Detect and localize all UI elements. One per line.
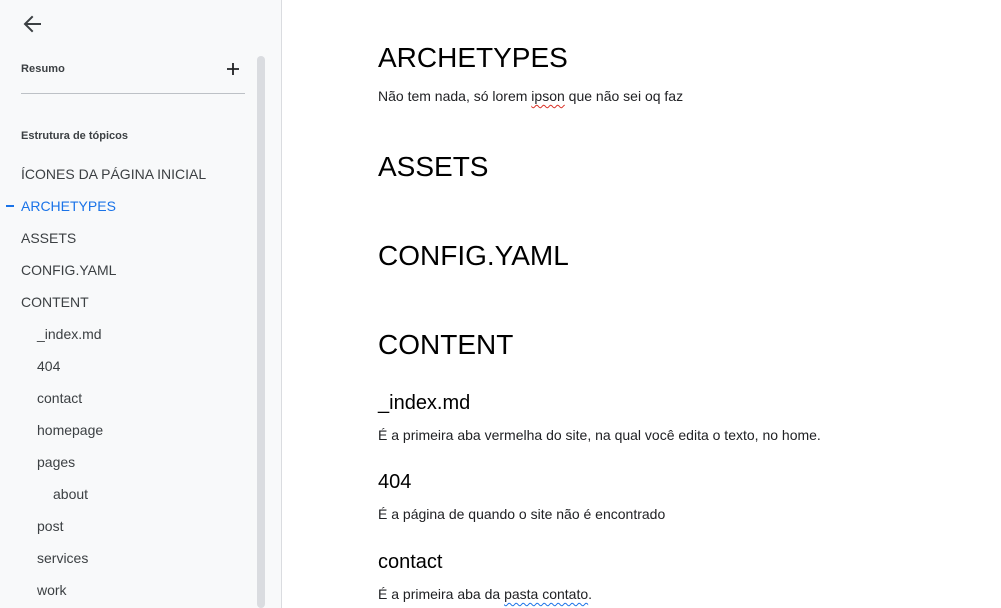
sidebar-scrollbar[interactable] [257, 56, 265, 608]
back-arrow-icon[interactable] [20, 12, 44, 36]
outline-item-label: work [37, 582, 67, 598]
outline-item-label: contact [37, 390, 83, 406]
paragraph-404[interactable]: É a página de quando o site não é encont… [378, 506, 665, 522]
outline-label: Estrutura de tópicos [21, 130, 128, 142]
summary-section: Resumo [21, 58, 245, 80]
paragraph-index-md[interactable]: É a primeira aba vermelha do site, na qu… [378, 427, 821, 443]
outline-item[interactable]: ASSETS [0, 222, 255, 254]
paragraph-text: que não sei oq faz [564, 88, 684, 104]
heading-contact[interactable]: contact [378, 551, 442, 574]
outline-item[interactable]: ÍCONES DA PÁGINA INICIAL [0, 158, 255, 190]
heading-404[interactable]: 404 [378, 471, 411, 494]
summary-label: Resumo [21, 63, 65, 75]
outline-item[interactable]: contact [0, 382, 255, 414]
outline-item[interactable]: services [0, 542, 255, 574]
heading-config[interactable]: CONFIG.YAML [378, 240, 569, 272]
outline-item-label: homepage [37, 422, 104, 438]
outline-item-label: CONFIG.YAML [21, 262, 117, 278]
heading-content[interactable]: CONTENT [378, 329, 513, 361]
paragraph-text: É a primeira aba da [378, 586, 505, 602]
heading-assets[interactable]: ASSETS [378, 151, 488, 183]
add-summary-icon[interactable] [224, 60, 242, 78]
outline-item[interactable]: ARCHETYPES [0, 190, 255, 222]
outline-item[interactable]: CONTENT [0, 286, 255, 318]
outline-item-label: ARCHETYPES [21, 198, 116, 214]
outline-item-label: ÍCONES DA PÁGINA INICIAL [21, 166, 207, 182]
active-indicator [6, 205, 14, 207]
heading-index-md[interactable]: _index.md [378, 392, 470, 415]
outline-item[interactable]: work [0, 574, 255, 606]
outline-item-label: services [37, 550, 89, 566]
divider [21, 93, 245, 94]
outline-item[interactable]: _index.md [0, 318, 255, 350]
outline-item[interactable]: CONFIG.YAML [0, 254, 255, 286]
outline-item-label: pages [37, 454, 76, 470]
outline-item-label: 404 [37, 358, 61, 374]
outline-sidebar: Resumo Estrutura de tópicos ÍCONES DA PÁ… [0, 0, 282, 608]
outline-item-label: _index.md [37, 326, 102, 342]
outline-item[interactable]: post [0, 510, 255, 542]
outline-item[interactable]: about [0, 478, 255, 510]
outline-item-label: post [37, 518, 64, 534]
flagged-phrase[interactable]: pasta contato [504, 586, 588, 602]
outline-item-label: CONTENT [21, 294, 89, 310]
heading-archetypes[interactable]: ARCHETYPES [378, 42, 568, 74]
outline-item[interactable]: 404 [0, 350, 255, 382]
paragraph-text: . [588, 586, 593, 602]
outline-item-label: ASSETS [21, 230, 77, 246]
outline-list: ÍCONES DA PÁGINA INICIAL ARCHETYPES ASSETS… [0, 158, 255, 606]
outline-item-label: about [53, 486, 89, 502]
misspelled-word[interactable]: ipson [531, 88, 564, 104]
paragraph-contact[interactable]: É a primeira aba da pasta contato. [378, 586, 592, 602]
outline-item[interactable]: homepage [0, 414, 255, 446]
outline-item[interactable]: pages [0, 446, 255, 478]
paragraph-archetypes[interactable]: Não tem nada, só lorem ipson que não sei… [378, 88, 683, 104]
paragraph-text: Não tem nada, só lorem [378, 88, 532, 104]
